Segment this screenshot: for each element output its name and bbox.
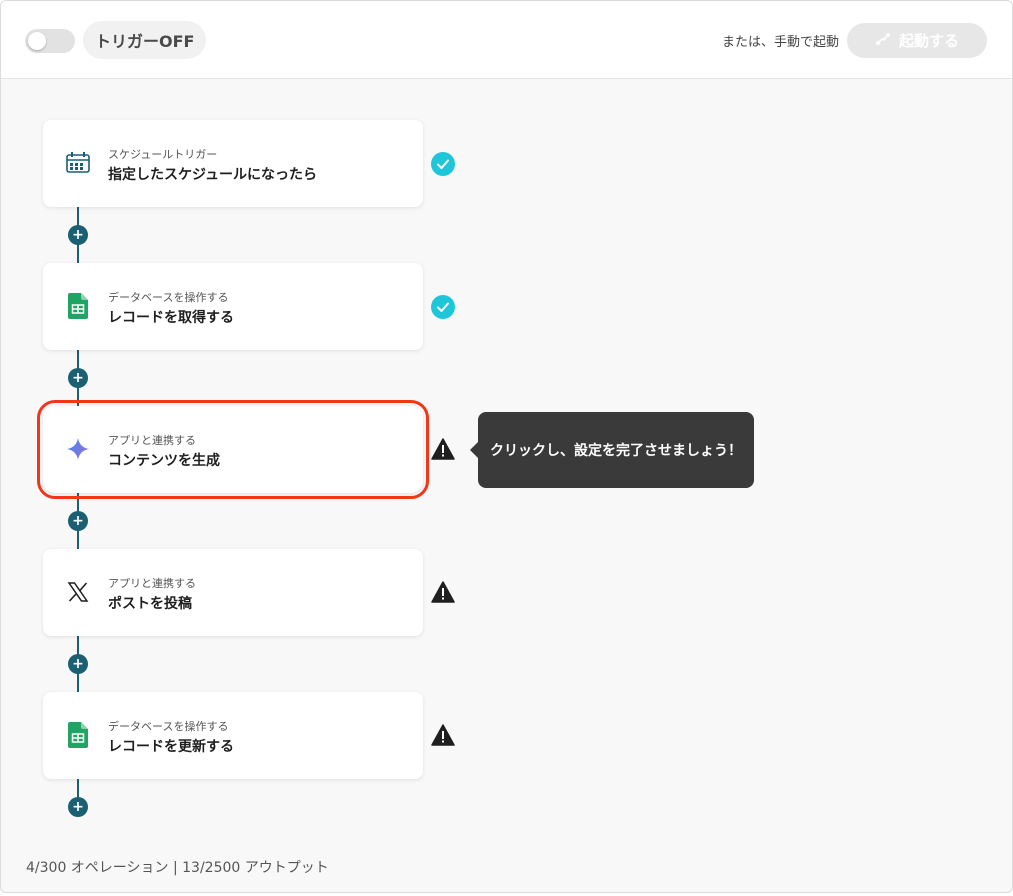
add-step-button[interactable]: + <box>68 511 88 531</box>
step-card-post[interactable]: アプリと連携する ポストを投稿 <box>43 549 423 636</box>
step-card-update-record[interactable]: データベースを操作する レコードを更新する <box>43 692 423 779</box>
step-card-generate-content[interactable]: アプリと連携する コンテンツを生成 <box>37 400 429 499</box>
step-title: コンテンツを生成 <box>108 453 220 469</box>
start-button[interactable]: 起動する <box>847 23 987 58</box>
check-circle-icon <box>431 152 455 176</box>
warning-icon <box>431 580 455 604</box>
step-category: アプリと連携する <box>108 434 196 447</box>
step-title: 指定したスケジュールになったら <box>108 167 318 183</box>
check-circle-icon <box>431 295 455 319</box>
step-title: ポストを投稿 <box>108 596 192 612</box>
step-category: アプリと連携する <box>108 577 196 590</box>
setup-tooltip: クリックし、設定を完了させましょう！ <box>470 412 754 488</box>
add-step-button[interactable]: + <box>68 797 88 817</box>
x-logo-icon <box>65 579 91 605</box>
toggle-knob <box>28 32 46 50</box>
step-category: データベースを操作する <box>108 291 229 304</box>
flow-editor-panel: トリガーOFF または、手動で起動 起動する + + + + + スケジュールト… <box>0 0 1013 893</box>
manual-start-text: または、手動で起動 <box>721 35 839 50</box>
gemini-sparkle-icon <box>65 436 91 462</box>
sheets-icon <box>65 293 91 319</box>
step-title: レコードを更新する <box>108 739 234 755</box>
add-step-button[interactable]: + <box>68 368 88 388</box>
warning-icon <box>431 723 455 747</box>
trigger-toggle[interactable] <box>25 29 75 53</box>
add-step-button[interactable]: + <box>68 225 88 245</box>
step-card-get-record[interactable]: データベースを操作する レコードを取得する <box>43 263 423 350</box>
step-card-schedule-trigger[interactable]: スケジュールトリガー 指定したスケジュールになったら <box>43 120 423 207</box>
trigger-toggle-group: トリガーOFF <box>25 21 207 59</box>
header-bar: トリガーOFF または、手動で起動 起動する <box>1 1 1012 79</box>
step-category: データベースを操作する <box>108 720 229 733</box>
route-icon <box>875 31 891 51</box>
start-button-label: 起動する <box>898 32 959 50</box>
warning-icon <box>431 437 455 461</box>
sheets-icon <box>65 722 91 748</box>
step-category: スケジュールトリガー <box>108 148 218 161</box>
trigger-status-label: トリガーOFF <box>83 21 207 59</box>
calendar-icon <box>65 150 91 176</box>
step-title: レコードを取得する <box>108 310 234 326</box>
usage-counter: 4/300 オペレーション | 13/2500 アウトプット <box>26 860 329 876</box>
add-step-button[interactable]: + <box>68 654 88 674</box>
